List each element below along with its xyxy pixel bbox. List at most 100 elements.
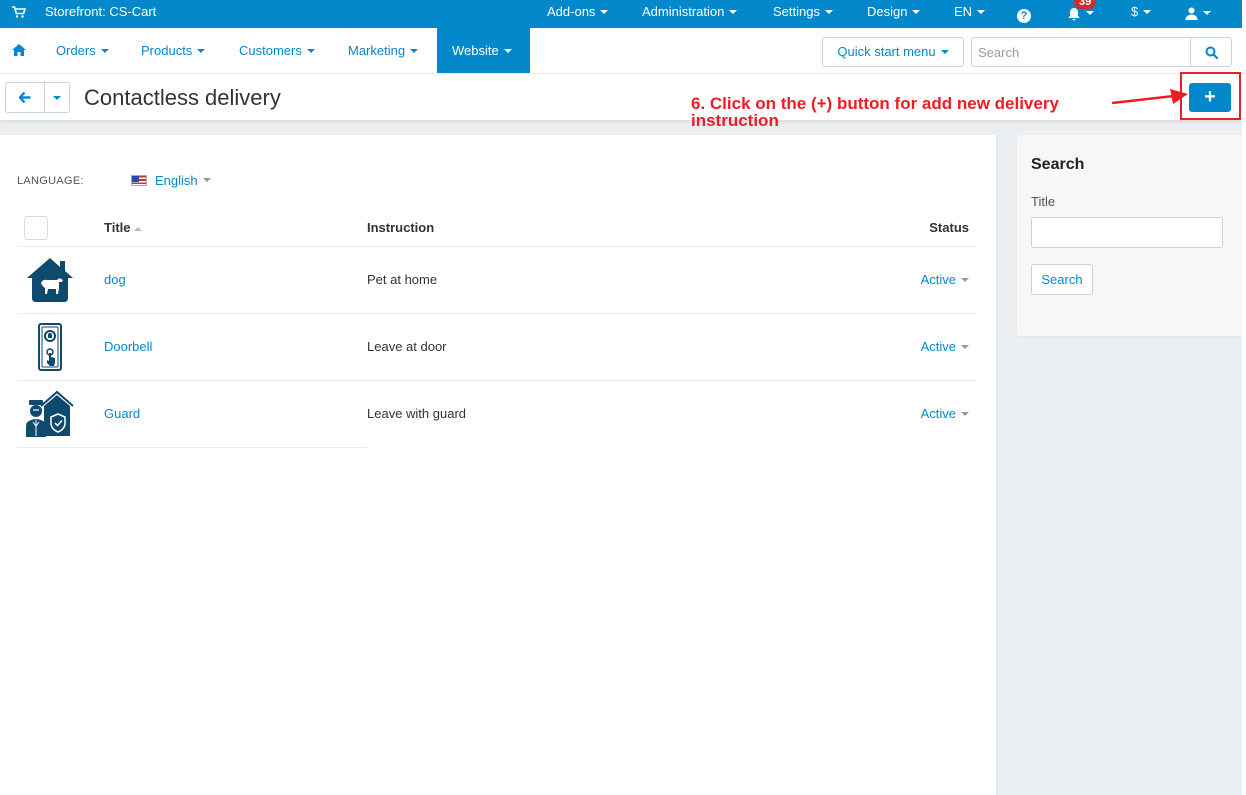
- dog-house-icon[interactable]: [25, 256, 75, 304]
- row-title-cell: Doorbell: [104, 313, 367, 381]
- title-filter-label: Title: [1031, 194, 1056, 209]
- row-status-cell: Active: [755, 313, 977, 381]
- caret-down-icon: [824, 9, 833, 14]
- caret-down-icon: [961, 411, 969, 416]
- column-instruction-label: Instruction: [367, 220, 435, 236]
- page-edge: [1242, 0, 1246, 795]
- caret-down-icon: [940, 49, 949, 54]
- sidebar-heading: Search: [1031, 156, 1085, 173]
- language-selector[interactable]: English: [131, 173, 211, 188]
- column-instruction: Instruction: [367, 210, 756, 247]
- language-selected: English: [155, 173, 198, 188]
- row-status-cell: Active: [755, 246, 977, 314]
- main-nav: Orders Products Customers Marketing Webs…: [0, 28, 1242, 74]
- arrow-left-icon: [19, 92, 31, 103]
- status-dropdown[interactable]: Active: [921, 339, 969, 354]
- global-search: [971, 37, 1232, 67]
- currency-menu[interactable]: $: [1131, 4, 1152, 19]
- annotation-text: 6. Click on the (+) button for add new d…: [691, 94, 1059, 130]
- help-button[interactable]: ?: [1017, 7, 1031, 23]
- back-dropdown-button[interactable]: [45, 83, 69, 112]
- search-input[interactable]: [972, 38, 1190, 66]
- caret-down-icon: [197, 48, 206, 53]
- us-flag-icon: [131, 175, 147, 186]
- status-dropdown[interactable]: Active: [921, 272, 969, 287]
- top-menu: Add-ons Administration Settings Design E…: [0, 0, 1242, 28]
- question-circle-icon: ?: [1017, 9, 1031, 23]
- menu-settings-label: Settings: [773, 4, 820, 19]
- instruction-title-link[interactable]: Doorbell: [104, 339, 152, 354]
- back-button[interactable]: [6, 83, 45, 112]
- menu-design-label: Design: [867, 4, 908, 19]
- menu-language-label: EN: [954, 4, 973, 19]
- column-status: Status: [755, 210, 977, 247]
- menu-settings[interactable]: Settings: [773, 4, 833, 19]
- menu-administration[interactable]: Administration: [642, 4, 738, 19]
- menu-administration-label: Administration: [642, 4, 725, 19]
- instructions-table: Title Instruction Status dog Pet at home…: [17, 210, 977, 448]
- row-title-cell: Guard: [104, 380, 367, 448]
- column-title-label: Title: [104, 220, 131, 236]
- caret-down-icon: [100, 48, 109, 53]
- caret-down-icon: [1203, 10, 1211, 15]
- top-bar: Storefront: CS-Cart Add-ons Administrati…: [0, 0, 1242, 28]
- search-button[interactable]: [1190, 38, 1231, 66]
- nav-website[interactable]: Website: [437, 28, 530, 73]
- row-instruction-cell: Leave with guard: [367, 406, 467, 422]
- status-label: Active: [920, 272, 956, 287]
- status-dropdown[interactable]: Active: [921, 406, 969, 421]
- row-instruction-cell: Pet at home: [367, 246, 756, 314]
- caret-down-icon: [977, 9, 986, 14]
- quick-start-menu-button[interactable]: Quick start menu: [822, 37, 964, 67]
- back-button-group: [5, 82, 70, 113]
- home-icon[interactable]: [12, 44, 26, 56]
- nav-products[interactable]: Products: [126, 28, 220, 73]
- row-image-cell: [17, 380, 104, 448]
- menu-language[interactable]: EN: [954, 4, 986, 19]
- caret-down-icon: [53, 95, 61, 100]
- page-title: Contactless delivery: [84, 85, 281, 110]
- nav-customers-label: Customers: [239, 43, 302, 58]
- nav-marketing[interactable]: Marketing: [333, 28, 433, 73]
- row-title-cell: dog: [104, 246, 367, 314]
- column-status-label: Status: [929, 220, 969, 236]
- caret-down-icon: [1086, 10, 1094, 15]
- caret-down-icon: [410, 48, 419, 53]
- table-row: Guard Leave with guard Active: [17, 380, 977, 448]
- caret-down-icon: [961, 344, 969, 349]
- doorbell-icon[interactable]: [25, 322, 75, 371]
- caret-down-icon: [503, 48, 512, 53]
- sort-asc-icon: [133, 226, 142, 231]
- caret-down-icon: [912, 9, 921, 14]
- search-sidebar: Search Title Search: [1017, 135, 1242, 336]
- table-row: dog Pet at home Active: [17, 246, 977, 314]
- select-all-checkbox[interactable]: [24, 215, 48, 240]
- language-label: LANGUAGE:: [17, 175, 84, 187]
- search-icon: [1205, 46, 1218, 59]
- nav-products-label: Products: [141, 43, 193, 58]
- title-filter-input[interactable]: [1031, 217, 1223, 248]
- row-image-cell: [17, 313, 104, 381]
- caret-down-icon: [202, 177, 211, 182]
- row-instruction-cell: Leave at door: [367, 313, 756, 381]
- caret-down-icon: [961, 277, 969, 282]
- menu-addons[interactable]: Add-ons: [547, 4, 609, 19]
- nav-website-label: Website: [452, 43, 499, 58]
- row-status-cell: Active: [756, 380, 977, 447]
- instruction-title-link[interactable]: dog: [104, 272, 126, 287]
- menu-design[interactable]: Design: [867, 4, 921, 19]
- nav-orders[interactable]: Orders: [41, 28, 124, 73]
- menu-addons-label: Add-ons: [547, 4, 596, 19]
- currency-label: $: [1131, 4, 1139, 19]
- guard-house-icon[interactable]: [25, 390, 75, 438]
- caret-down-icon: [600, 9, 609, 14]
- user-menu[interactable]: [1185, 5, 1211, 21]
- column-title[interactable]: Title: [104, 210, 367, 247]
- main-content: LANGUAGE: English Title Instruction Stat…: [0, 135, 997, 795]
- status-label: Active: [920, 406, 956, 422]
- quick-start-label: Quick start menu: [837, 44, 936, 59]
- sidebar-search-button[interactable]: Search: [1031, 264, 1093, 295]
- instruction-title-link[interactable]: Guard: [104, 406, 140, 421]
- nav-customers[interactable]: Customers: [224, 28, 330, 73]
- table-row: Doorbell Leave at door Active: [17, 313, 977, 381]
